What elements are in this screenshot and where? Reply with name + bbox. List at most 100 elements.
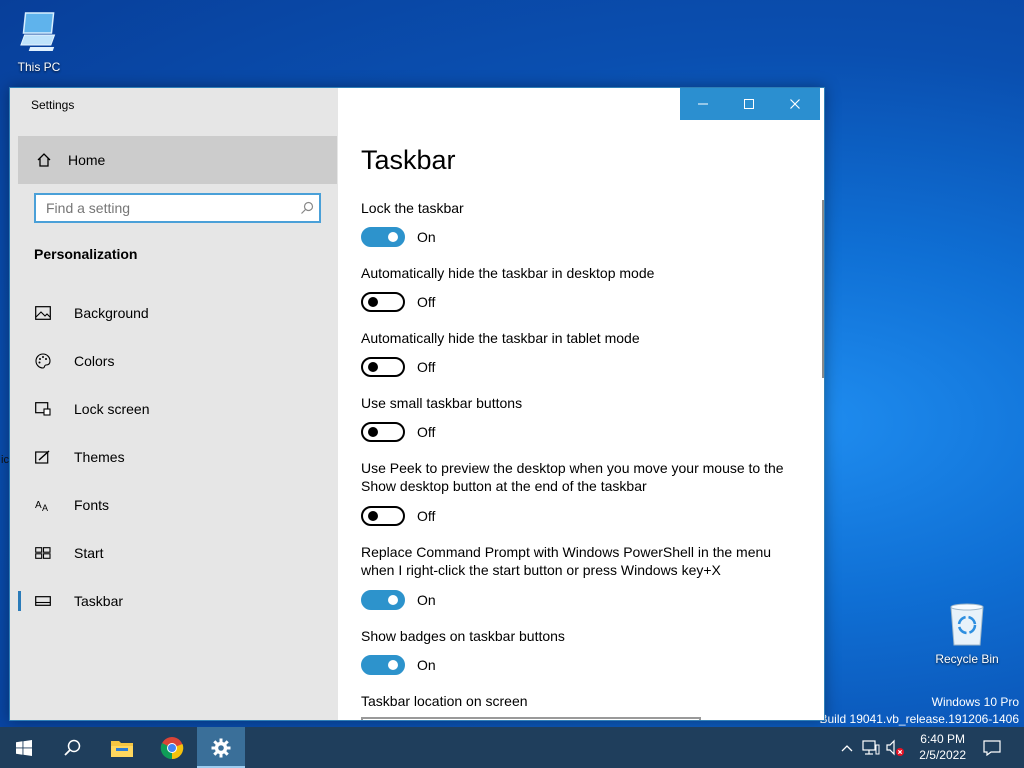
sidebar-item-colors[interactable]: Colors [18, 341, 337, 381]
left-edge-glyph: ic [1, 454, 9, 466]
setting-label: Taskbar location on screen [361, 693, 528, 709]
volume-muted-icon [886, 739, 904, 756]
windows-start-icon [16, 739, 32, 756]
lock-screen-icon [34, 402, 52, 416]
sidebar-item-background[interactable]: Background [18, 293, 337, 333]
search-icon[interactable] [295, 201, 319, 215]
setting-toggle-peek[interactable]: Off [361, 506, 435, 526]
taskbar-location-dropdown[interactable] [361, 717, 701, 720]
taskbar-chrome[interactable] [148, 727, 196, 768]
home-icon [34, 152, 54, 168]
minimize-icon [698, 103, 708, 105]
sidebar-item-fonts[interactable]: AA Fonts [18, 485, 337, 525]
close-icon [790, 99, 800, 109]
window-title: Settings [31, 98, 75, 112]
search-icon [64, 739, 81, 756]
recycle-bin-icon [943, 600, 991, 648]
setting-toggle-badges[interactable]: On [361, 655, 436, 675]
home-label: Home [68, 152, 106, 168]
settings-gear-icon [211, 738, 231, 757]
taskbar-settings[interactable] [197, 727, 245, 768]
chrome-icon [160, 736, 184, 759]
toggle-switch[interactable] [361, 227, 405, 247]
maximize-button[interactable] [726, 88, 772, 120]
taskbar-file-explorer[interactable] [98, 727, 146, 768]
start-icon [34, 547, 52, 559]
setting-toggle-lock-taskbar[interactable]: On [361, 227, 436, 247]
page-title: Taskbar [361, 145, 456, 175]
toggle-switch[interactable] [361, 292, 405, 312]
home-nav-item[interactable]: Home [18, 136, 337, 184]
sidebar-item-label: Fonts [74, 497, 110, 513]
scrollbar[interactable] [822, 200, 824, 378]
start-button[interactable] [0, 727, 48, 768]
volume-tray-button[interactable] [883, 727, 907, 768]
build-text: Build 19041.vb_release.191206-1406 [819, 712, 1020, 726]
chevron-up-icon [841, 744, 853, 751]
toggle-switch[interactable] [361, 506, 405, 526]
toggle-switch[interactable] [361, 655, 405, 675]
close-button[interactable] [772, 88, 818, 120]
sidebar-item-label: Taskbar [74, 593, 124, 609]
settings-sidebar: Settings Home Personalization Background [10, 88, 338, 720]
settings-content: Taskbar Lock the taskbar On Automaticall… [338, 88, 824, 720]
setting-label: Automatically hide the taskbar in deskto… [361, 265, 655, 281]
sidebar-item-label: Colors [74, 353, 115, 369]
sidebar-item-lock-screen[interactable]: Lock screen [18, 389, 337, 429]
desktop-icon-recycle-bin[interactable]: Recycle Bin [929, 600, 1005, 666]
taskbar-search-button[interactable] [48, 727, 96, 768]
setting-label: Replace Command Prompt with Windows Powe… [361, 544, 772, 578]
setting-label: Automatically hide the taskbar in tablet… [361, 330, 640, 346]
desktop-icon-label: This PC [17, 60, 61, 74]
setting-toggle-autohide-tablet[interactable]: Off [361, 357, 435, 377]
sidebar-item-label: Lock screen [74, 401, 150, 417]
desktop-icon-this-pc[interactable]: This PC [1, 8, 77, 74]
search-input[interactable] [36, 195, 295, 221]
toggle-state: Off [417, 508, 436, 524]
toggle-state: On [417, 657, 436, 673]
clock-date: 2/5/2022 [919, 748, 966, 762]
taskbar-clock[interactable]: 6:40 PM 2/5/2022 [919, 731, 966, 763]
edition-text: Windows 10 Pro [931, 695, 1019, 709]
setting-label: Use small taskbar buttons [361, 395, 523, 411]
svg-text:A: A [35, 500, 42, 511]
setting-label: Show badges on taskbar buttons [361, 628, 565, 644]
toggle-state: On [417, 592, 436, 608]
settings-window: Settings Home Personalization Background [9, 87, 825, 721]
toggle-state: Off [417, 359, 436, 375]
palette-icon [34, 353, 52, 369]
themes-icon [34, 450, 52, 464]
setting-toggle-small-buttons[interactable]: Off [361, 422, 435, 442]
toggle-switch[interactable] [361, 357, 405, 377]
sidebar-item-start[interactable]: Start [18, 533, 337, 573]
sidebar-item-label: Themes [74, 449, 125, 465]
taskbar: 6:40 PM 2/5/2022 [0, 727, 1024, 768]
section-heading: Personalization [34, 246, 138, 262]
file-explorer-icon [111, 740, 133, 757]
setting-search-box[interactable] [34, 193, 321, 223]
picture-icon [34, 306, 52, 320]
show-hidden-icons-button[interactable] [835, 727, 859, 768]
action-center-icon [983, 739, 1001, 756]
sidebar-item-taskbar[interactable]: Taskbar [18, 581, 337, 621]
this-pc-icon [15, 8, 63, 56]
setting-toggle-autohide-desktop[interactable]: Off [361, 292, 435, 312]
windows-watermark: Windows 10 Pro Build 19041.vb_release.19… [820, 694, 1020, 728]
network-icon [862, 739, 880, 755]
taskbar-icon [34, 596, 52, 606]
toggle-switch[interactable] [361, 422, 405, 442]
svg-text:A: A [42, 503, 48, 512]
action-center-button[interactable] [978, 727, 1006, 768]
maximize-icon [744, 99, 754, 109]
setting-label: Lock the taskbar [361, 200, 464, 216]
sidebar-item-label: Start [74, 545, 104, 561]
minimize-button[interactable] [680, 88, 726, 120]
sidebar-item-themes[interactable]: Themes [18, 437, 337, 477]
window-controls [680, 88, 820, 120]
toggle-state: Off [417, 424, 436, 440]
toggle-switch[interactable] [361, 590, 405, 610]
setting-toggle-powershell[interactable]: On [361, 590, 436, 610]
network-tray-button[interactable] [859, 727, 883, 768]
sidebar-item-label: Background [74, 305, 149, 321]
fonts-icon: AA [34, 498, 52, 512]
